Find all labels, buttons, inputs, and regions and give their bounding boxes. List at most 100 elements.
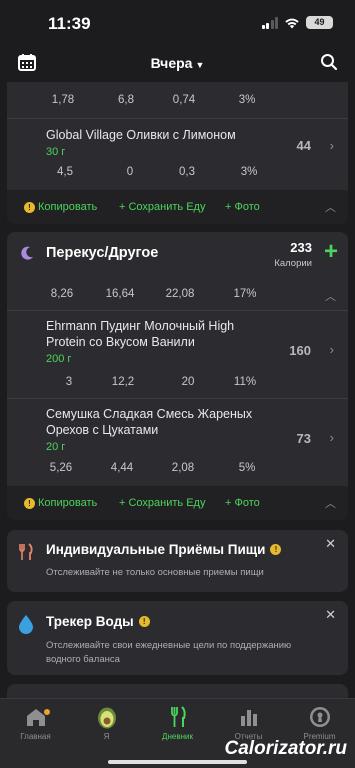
collapse-icon[interactable]: ︿ — [325, 495, 336, 511]
nutrient-value: 3 — [65, 376, 73, 388]
collapse-icon[interactable]: ︿ — [325, 288, 336, 304]
tab-diary[interactable]: Дневник — [142, 705, 213, 741]
tab-reports[interactable]: Отчеты — [213, 705, 284, 741]
fork-knife-icon — [170, 706, 186, 727]
chevron-right-icon: › — [329, 430, 334, 445]
divider — [7, 310, 348, 311]
food-name: Global Village Оливки с Лимоном — [46, 128, 236, 142]
status-time: 11:39 — [48, 14, 91, 33]
nutrient-value: 0,3 — [179, 166, 195, 178]
home-indicator — [108, 760, 247, 764]
notification-dot — [44, 709, 50, 715]
tab-me[interactable]: Я — [71, 705, 142, 741]
diary-content[interactable]: 1,78 6,8 0,74 3% Global Village Оливки с… — [0, 82, 355, 698]
nutrient-value: 4,5 — [57, 166, 73, 178]
collapse-icon[interactable]: ︿ — [325, 199, 336, 215]
date-label: Вчера — [150, 55, 193, 71]
chevron-right-icon: › — [329, 342, 334, 357]
bar-chart-icon — [240, 710, 257, 726]
meal-card-snack: Перекус/Другое 233 Калории + 8,26 16,64 … — [7, 232, 348, 520]
nutrient-value: 1,78 — [51, 94, 75, 106]
caret-down-icon: ▼ — [195, 60, 205, 70]
tab-premium[interactable]: Premium — [284, 705, 355, 741]
add-food-button[interactable]: + — [324, 240, 338, 264]
add-photo-button[interactable]: + Фото — [225, 201, 260, 213]
meal-actions: ! Копировать + Сохранить Еду + Фото ︿ — [7, 190, 348, 224]
nutrient-row: 5,26 4,44 2,08 5% — [7, 462, 348, 480]
promo-title-text: Трекер Воды — [46, 614, 134, 629]
food-quantity: 20 г — [46, 441, 66, 453]
food-quantity: 30 г — [46, 146, 66, 158]
tab-label: Дневник — [162, 732, 193, 741]
nutrient-value: 5,26 — [49, 462, 73, 474]
nutrient-value: 22,08 — [165, 288, 195, 300]
meal-calories: 233 — [290, 240, 312, 255]
meal-card: 1,78 6,8 0,74 3% Global Village Оливки с… — [7, 82, 348, 224]
food-name: Семушка Сладкая Смесь Жареных Орехов с Ц… — [46, 407, 253, 437]
watermark: Calorizator.ru — [224, 738, 347, 759]
food-quantity: 200 г — [46, 353, 72, 365]
nutrient-value: 6,8 — [118, 94, 134, 106]
nutrient-value: 2,08 — [171, 462, 195, 474]
food-calories: 44 — [296, 138, 311, 153]
copy-label: Копировать — [38, 497, 98, 509]
nutrient-row: 3 12,2 20 11% — [7, 376, 348, 394]
signal-icon — [261, 16, 278, 29]
tab-label: Я — [103, 732, 110, 741]
moon-icon — [21, 246, 33, 260]
nutrient-value: 0,74 — [172, 94, 196, 106]
save-food-button[interactable]: + Сохранить Еду — [119, 497, 205, 509]
status-bar: 11:39 49 — [0, 0, 355, 46]
nutrient-value: 11% — [233, 376, 257, 388]
promo-description: Отслеживайте свои ежедневные цели по под… — [46, 640, 292, 665]
tab-label: Главная — [20, 732, 51, 741]
wifi-icon — [285, 18, 299, 28]
coin-icon: ! — [24, 201, 35, 213]
divider — [7, 398, 348, 399]
coin-icon: ! — [270, 544, 282, 555]
nutrient-value: 8,26 — [50, 288, 74, 300]
meal-title: Перекус/Другое — [46, 245, 159, 261]
close-icon[interactable]: ✕ — [325, 536, 336, 552]
next-card[interactable] — [7, 684, 348, 698]
nutrient-value: 20 — [181, 376, 195, 388]
copy-button[interactable]: ! Копировать — [24, 497, 97, 509]
app-header: Вчера ▼ — [0, 46, 355, 82]
water-drop-icon — [19, 615, 33, 634]
tab-home[interactable]: Главная — [0, 705, 71, 741]
food-name: Ehrmann Пудинг Молочный High Protein со … — [46, 319, 235, 349]
add-photo-button[interactable]: + Фото — [225, 497, 260, 509]
save-food-button[interactable]: + Сохранить Еду — [119, 201, 205, 213]
nutrient-value: 3% — [240, 166, 258, 178]
coin-icon: ! — [24, 497, 35, 509]
food-calories: 160 — [289, 343, 311, 358]
promo-title: Индивидуальные Приёмы Пищи! — [46, 542, 282, 557]
nutrient-value: 12,2 — [111, 376, 135, 388]
copy-label: Копировать — [38, 201, 98, 213]
meal-calories-label: Калории — [274, 258, 312, 269]
meal-totals-row: 8,26 16,64 22,08 17% — [7, 288, 348, 306]
nutrient-value: 5% — [238, 462, 256, 474]
water-tracker-promo[interactable]: Трекер Воды! Отслеживайте свои ежедневны… — [7, 601, 348, 675]
fork-knife-icon — [19, 543, 33, 560]
meal-actions: ! Копировать + Сохранить Еду + Фото ︿ — [7, 486, 348, 520]
photo-label: + Фото — [225, 201, 260, 213]
keyhole-icon — [309, 707, 330, 727]
nutrient-value: 16,64 — [105, 288, 135, 300]
custom-meals-promo[interactable]: Индивидуальные Приёмы Пищи! Отслеживайте… — [7, 530, 348, 592]
nutrient-value: 4,44 — [110, 462, 134, 474]
nutrient-value: 17% — [233, 288, 257, 300]
nutrient-value: 0 — [126, 166, 134, 178]
close-icon[interactable]: ✕ — [325, 607, 336, 623]
avocado-icon — [97, 707, 116, 729]
photo-label: + Фото — [225, 497, 260, 509]
save-label: + Сохранить Еду — [119, 201, 206, 213]
search-icon[interactable] — [320, 53, 338, 71]
nutrient-value: 3% — [238, 94, 256, 106]
save-label: + Сохранить Еду — [119, 497, 206, 509]
coin-icon: ! — [138, 616, 150, 627]
promo-title-text: Индивидуальные Приёмы Пищи — [46, 542, 266, 557]
copy-button[interactable]: ! Копировать — [24, 201, 97, 213]
date-selector[interactable]: Вчера ▼ — [0, 55, 355, 71]
promo-description: Отслеживайте не только основные приемы п… — [46, 567, 264, 578]
